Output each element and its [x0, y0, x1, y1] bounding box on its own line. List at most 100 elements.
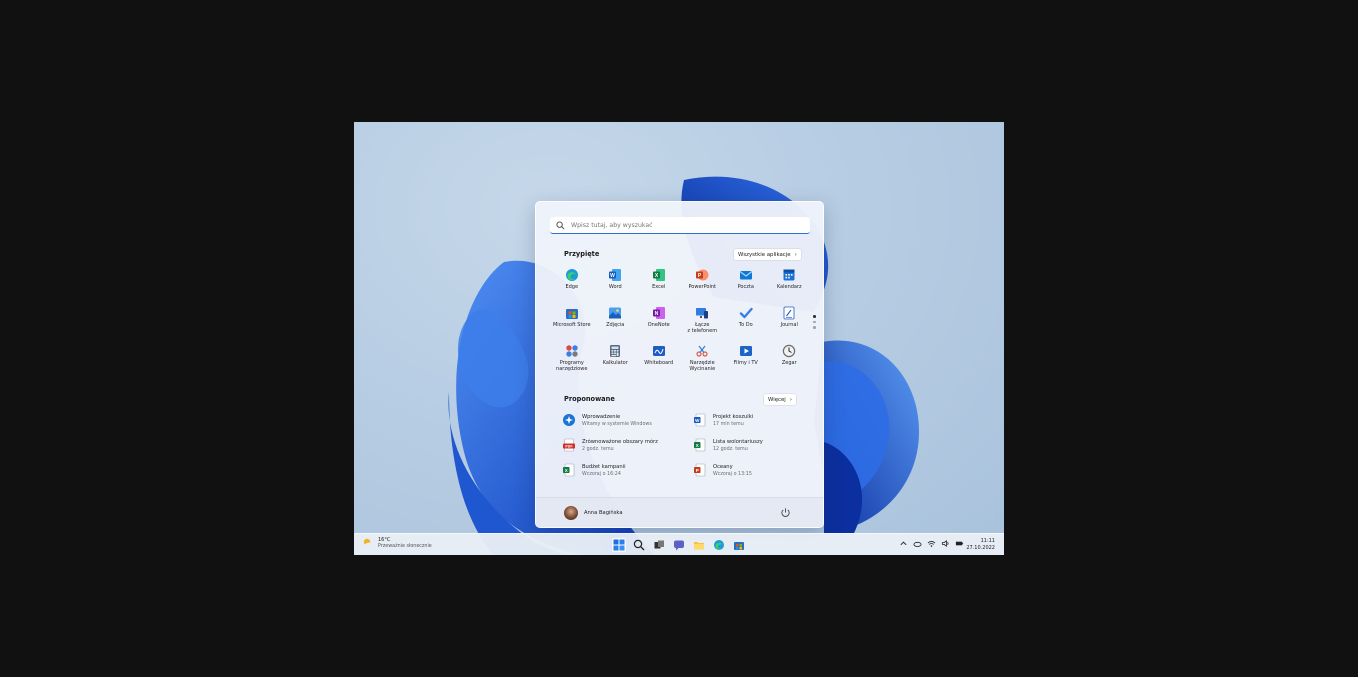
recommended-list: Wprowadzenie Witamy w systemie Windows W Pr…: [562, 413, 812, 488]
chevron-up-icon[interactable]: [899, 539, 908, 548]
svg-text:PDF: PDF: [565, 444, 573, 448]
search-box[interactable]: [550, 217, 810, 234]
pinned-app-tile[interactable]: Journal: [768, 306, 812, 344]
recommended-title: Proponowane: [564, 395, 615, 403]
recommended-item-name: Budżet kampanii: [582, 464, 626, 470]
powerpoint-icon: P: [696, 269, 709, 281]
pinned-app-label: Zdjęcia: [606, 322, 625, 328]
start-icon: [613, 539, 625, 551]
recommended-item-subtitle: 2 godz. temu: [582, 446, 614, 452]
pinned-app-tile[interactable]: To Do: [724, 306, 768, 344]
svg-text:W: W: [610, 273, 615, 279]
photos-icon: [609, 307, 622, 319]
start-menu-footer: Anna Bagińska: [536, 497, 823, 527]
battery-icon[interactable]: [955, 539, 964, 548]
task-view-button[interactable]: [652, 538, 666, 552]
pinned-app-tile[interactable]: Whiteboard: [637, 344, 681, 382]
file-explorer-button[interactable]: [692, 538, 706, 552]
pinned-app-label: Journal: [780, 322, 798, 328]
page-dot[interactable]: [813, 320, 816, 323]
pinned-app-tile[interactable]: Filmy i TV: [724, 344, 768, 382]
pinned-app-label: Łącze z telefonem: [687, 322, 718, 334]
word-doc-icon: W: [694, 413, 706, 427]
pdf-icon: PDF: [563, 438, 575, 452]
pinned-app-tile[interactable]: W Word: [594, 268, 638, 306]
start-menu: Przypięte Wszystkie aplikacje › Edge W Wor…: [535, 201, 824, 528]
search-button[interactable]: [632, 538, 646, 552]
todo-icon: [739, 307, 753, 319]
pinned-app-tile[interactable]: Łącze z telefonem: [681, 306, 725, 344]
pinned-app-tile[interactable]: Microsoft Store: [550, 306, 594, 344]
phone-link-icon: [696, 308, 709, 319]
page-dot[interactable]: [813, 315, 816, 318]
pinned-app-tile[interactable]: Programy narzędziowe: [550, 344, 594, 382]
edge-icon: [714, 540, 724, 550]
all-apps-label: Wszystkie aplikacje: [738, 251, 791, 258]
svg-text:X: X: [565, 468, 568, 473]
system-tray: [899, 539, 964, 548]
search-input[interactable]: [571, 221, 791, 229]
onedrive-icon[interactable]: [913, 539, 922, 548]
recommended-item-subtitle: Witamy w systemie Windows: [582, 421, 652, 427]
avatar[interactable]: [564, 506, 578, 520]
power-icon[interactable]: [780, 507, 791, 518]
pinned-app-tile[interactable]: N OneNote: [637, 306, 681, 344]
start-button[interactable]: [612, 538, 626, 552]
pinned-app-tile[interactable]: Poczta: [724, 268, 768, 306]
search-icon: [633, 539, 645, 551]
clock-icon: [783, 344, 796, 358]
pinned-app-label: Poczta: [737, 284, 754, 290]
pinned-app-label: Programy narzędziowe: [556, 360, 588, 372]
pinned-app-label: Kalkulator: [602, 360, 628, 366]
recommended-item-name: Oceany: [713, 464, 733, 470]
recommended-item[interactable]: W Projekt koszulki 17 min temu: [693, 413, 812, 438]
all-apps-button[interactable]: Wszystkie aplikacje ›: [734, 249, 801, 260]
pinned-app-tile[interactable]: Zegar: [768, 344, 812, 382]
pinned-app-tile[interactable]: Narzędzie Wycinanie: [681, 344, 725, 382]
edge-button[interactable]: [712, 538, 726, 552]
user-name[interactable]: Anna Bagińska: [584, 510, 623, 516]
volume-icon[interactable]: [941, 539, 950, 548]
recommended-item[interactable]: P Oceany Wczoraj o 13:15: [693, 463, 812, 488]
pinned-app-label: OneNote: [647, 322, 670, 328]
store-icon: [734, 542, 744, 550]
recommended-item[interactable]: PDF Zrównoważone obszary mórz 2 godz. temu: [562, 438, 693, 463]
pinned-app-label: Microsoft Store: [552, 322, 591, 328]
excel-doc-icon: X: [694, 438, 706, 452]
more-button[interactable]: Więcej ›: [764, 394, 796, 405]
journal-icon: [783, 306, 795, 320]
pinned-app-tile[interactable]: Edge: [550, 268, 594, 306]
pinned-apps-grid: Edge W Word X Excel P PowerPoint Poczta Kalendar…: [550, 268, 812, 382]
recommended-item-name: Lista wolontariuszy: [713, 439, 763, 445]
recommended-item-subtitle: 12 godz. temu: [713, 446, 748, 452]
more-label: Więcej: [768, 396, 786, 403]
sun-cloud-icon: [363, 538, 373, 548]
store-button[interactable]: [732, 538, 746, 552]
word-icon: W: [609, 269, 622, 281]
pinned-app-tile[interactable]: P PowerPoint: [681, 268, 725, 306]
clock[interactable]: 11:11 27.10.2022: [966, 538, 995, 551]
page-dot[interactable]: [813, 326, 816, 329]
chat-button[interactable]: [672, 538, 686, 552]
get-started-icon: [563, 414, 575, 426]
pinned-app-tile[interactable]: Kalkulator: [594, 344, 638, 382]
pinned-app-tile[interactable]: Kalendarz: [768, 268, 812, 306]
pinned-app-tile[interactable]: X Excel: [637, 268, 681, 306]
clock-date: 27.10.2022: [966, 544, 995, 551]
recommended-item[interactable]: X Budżet kampanii Wczoraj o 16:24: [562, 463, 693, 488]
recommended-item[interactable]: Wprowadzenie Witamy w systemie Windows: [562, 413, 693, 438]
recommended-item[interactable]: X Lista wolontariuszy 12 godz. temu: [693, 438, 812, 463]
svg-text:P: P: [696, 468, 699, 473]
pinned-app-label: Filmy i TV: [733, 360, 758, 366]
pinned-title: Przypięte: [564, 250, 600, 258]
wifi-icon[interactable]: [927, 539, 936, 548]
taskbar-apps: [612, 538, 746, 552]
weather-widget[interactable]: 16°C Przeważnie słonecznie: [362, 537, 432, 549]
pinned-app-label: Kalendarz: [776, 284, 802, 290]
page-indicator[interactable]: [813, 315, 816, 329]
weather-desc: Przeważnie słonecznie: [378, 544, 432, 549]
excel-icon: X: [652, 269, 665, 281]
pinned-app-label: To Do: [738, 322, 753, 328]
pinned-app-tile[interactable]: Zdjęcia: [594, 306, 638, 344]
file-explorer-icon: [694, 542, 704, 550]
